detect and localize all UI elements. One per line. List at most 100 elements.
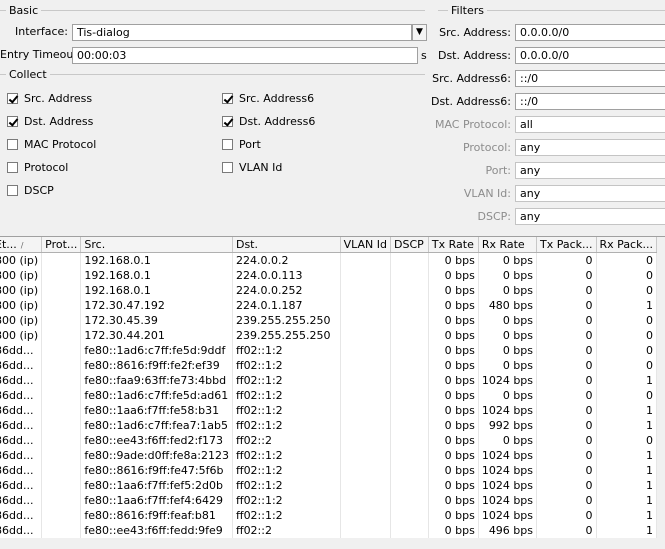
filter-vlan-id-select[interactable]: any	[515, 185, 665, 202]
column-header[interactable]: Dst.	[232, 237, 341, 253]
table-cell	[41, 373, 82, 388]
table-row[interactable]: 86dd... fe80::1ad6:c7ff:fe5d:ad61ff02::1:…	[0, 388, 658, 403]
filter-dscp-select[interactable]: any	[515, 208, 665, 225]
table-cell: 0	[596, 313, 658, 328]
filter-protocol-select[interactable]: any	[515, 139, 665, 156]
column-header[interactable]: Tx Pack...	[536, 237, 597, 253]
entry-timeout-input[interactable]: 00:00:03	[72, 47, 418, 64]
column-header[interactable]: Src.	[80, 237, 233, 253]
collect-src-address-checkbox[interactable]: Src. Address	[7, 92, 92, 105]
filter-protocol-label: Protocol:	[462, 141, 511, 154]
collect-vlan-id-checkbox[interactable]: VLAN Id	[222, 161, 282, 174]
table-cell: 0 bps	[428, 358, 479, 373]
table-row[interactable]: 800 (ip) 192.168.0.1224.0.0.113 0 bps0 bps…	[0, 268, 658, 283]
table-cell: 0 bps	[478, 358, 538, 373]
filter-port-select[interactable]: any	[515, 162, 665, 179]
table-cell: 86dd...	[0, 373, 43, 388]
table-row[interactable]: 86dd... fe80::8616:f9ff:fe47:5f6bff02::1:…	[0, 463, 658, 478]
table-row[interactable]: 86dd... fe80::ee43:f6ff:fedd:9fe9ff02::2 0…	[0, 523, 658, 538]
filter-dst-address-input[interactable]: 0.0.0.0/0	[515, 47, 665, 64]
table-cell: 86dd...	[0, 358, 43, 373]
table-cell: 86dd...	[0, 523, 43, 538]
table-cell	[41, 418, 82, 433]
table-row[interactable]: 86dd... fe80::1ad6:c7ff:fea7:1ab5ff02::1:…	[0, 418, 658, 433]
filter-dst-address-label: Dst. Address:	[437, 49, 511, 62]
table-cell	[390, 313, 429, 328]
checkbox-checked-icon	[7, 116, 18, 127]
table-cell	[41, 523, 82, 538]
table-cell: 86dd...	[0, 478, 43, 493]
table-cell: 0 bps	[428, 493, 479, 508]
table-row[interactable]: 86dd... fe80::1ad6:c7ff:fe5d:9ddfff02::1:…	[0, 343, 658, 358]
table-row[interactable]: 800 (ip) 172.30.47.192224.0.1.187 0 bps480…	[0, 298, 658, 313]
collect-dscp-checkbox[interactable]: DSCP	[7, 184, 54, 197]
table-row[interactable]: 86dd... fe80::1aa6:f7ff:fef4:6429ff02::1:…	[0, 493, 658, 508]
table-cell: fe80::8616:f9ff:fe47:5f6b	[80, 463, 233, 478]
filter-mac-protocol-select[interactable]: all	[515, 116, 665, 133]
chevron-down-icon[interactable]: ▼	[412, 24, 427, 41]
table-cell	[41, 508, 82, 523]
interface-select[interactable]: Tis-dialog	[72, 24, 412, 41]
table-row[interactable]: 86dd... fe80::9ade:d0ff:fe8a:2123ff02::1:…	[0, 448, 658, 463]
table-row[interactable]: 86dd... fe80::ee43:f6ff:fed2:f173ff02::2 0…	[0, 433, 658, 448]
table-cell	[41, 403, 82, 418]
table-cell: ff02::1:2	[232, 358, 341, 373]
collect-dst-address6-checkbox[interactable]: Dst. Address6	[222, 115, 315, 128]
column-header[interactable]: Rx Pack...	[596, 237, 658, 253]
entry-timeout-label: Entry Timeout:	[0, 48, 82, 61]
filter-mac-protocol-label: MAC Protocol:	[434, 118, 511, 131]
table-row[interactable]: 86dd... fe80::1aa6:f7ff:fef5:2d0bff02::1:…	[0, 478, 658, 493]
table-row[interactable]: 800 (ip) 192.168.0.1224.0.0.252 0 bps0 bps…	[0, 283, 658, 298]
collect-src-address6-checkbox[interactable]: Src. Address6	[222, 92, 314, 105]
filter-dst-address6-input[interactable]: ::/0	[515, 93, 665, 110]
table-cell: 1024 bps	[478, 493, 538, 508]
table-cell	[340, 433, 392, 448]
table-row[interactable]: 86dd... fe80::1aa6:f7ff:fe58:b31ff02::1:2…	[0, 403, 658, 418]
table-cell: 0	[536, 478, 597, 493]
filter-src-address-input[interactable]: 0.0.0.0/0	[515, 24, 665, 41]
collect-port-checkbox[interactable]: Port	[222, 138, 261, 151]
table-cell: fe80::1aa6:f7ff:fe58:b31	[80, 403, 233, 418]
table-row[interactable]: 800 (ip) 172.30.44.201239.255.255.250 0 bp…	[0, 328, 658, 343]
table-row[interactable]: 800 (ip) 172.30.45.39239.255.255.250 0 bps…	[0, 313, 658, 328]
table-cell	[340, 418, 392, 433]
checkbox-unchecked-icon	[7, 139, 18, 150]
table-cell	[41, 388, 82, 403]
collect-protocol-checkbox[interactable]: Protocol	[7, 161, 68, 174]
table-cell: 86dd...	[0, 433, 43, 448]
collect-mac-protocol-checkbox[interactable]: MAC Protocol	[7, 138, 96, 151]
column-header[interactable]: VLAN Id	[340, 237, 392, 253]
checkbox-checked-icon	[222, 116, 233, 127]
column-header[interactable]: Rx Rate	[478, 237, 538, 253]
table-cell	[340, 373, 392, 388]
table-cell: 86dd...	[0, 493, 43, 508]
table-cell	[41, 313, 82, 328]
table-row[interactable]: 86dd... fe80::8616:f9ff:fe2f:ef39ff02::1:…	[0, 358, 658, 373]
filter-src-address-label: Src. Address:	[439, 26, 511, 39]
table-cell: 1	[596, 508, 658, 523]
column-header[interactable]: Prot...	[41, 237, 82, 253]
table-row[interactable]: 86dd... fe80::faa9:63ff:fe73:4bbdff02::1:…	[0, 373, 658, 388]
table-cell: 0	[536, 298, 597, 313]
table-cell	[41, 298, 82, 313]
column-header[interactable]: DSCP	[390, 237, 429, 253]
filter-src-address6-input[interactable]: ::/0	[515, 70, 665, 87]
column-header[interactable]: Et.../	[0, 237, 43, 253]
table-cell: 0	[536, 493, 597, 508]
table-cell: 0	[536, 313, 597, 328]
table-cell: 0	[536, 373, 597, 388]
table-cell: 0 bps	[428, 463, 479, 478]
filters-group-title: Filters	[448, 4, 487, 17]
table-cell	[390, 328, 429, 343]
table-cell: 0 bps	[478, 328, 538, 343]
column-header[interactable]: Tx Rate	[428, 237, 479, 253]
table-cell: fe80::ee43:f6ff:fedd:9fe9	[80, 523, 233, 538]
table-cell: 0 bps	[428, 433, 479, 448]
table-cell: 1024 bps	[478, 448, 538, 463]
table-row[interactable]: 800 (ip)192.168.0.1224.0.0.20 bps0 bps00	[0, 252, 658, 268]
table-cell: 0 bps	[428, 343, 479, 358]
table-row[interactable]: 86dd... fe80::8616:f9ff:feaf:b81ff02::1:2…	[0, 508, 658, 523]
table-cell: ff02::1:2	[232, 373, 341, 388]
table-cell	[390, 508, 429, 523]
collect-dst-address-checkbox[interactable]: Dst. Address	[7, 115, 93, 128]
